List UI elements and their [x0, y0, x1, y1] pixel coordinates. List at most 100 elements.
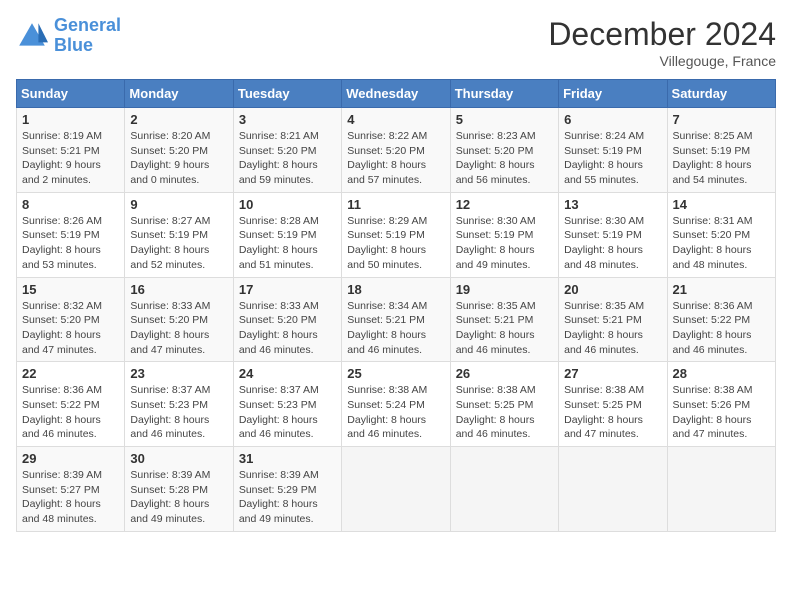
calendar-cell: 20 Sunrise: 8:35 AMSunset: 5:21 PMDayligh… [559, 277, 667, 362]
calendar-cell: 31 Sunrise: 8:39 AMSunset: 5:29 PMDayligh… [233, 447, 341, 532]
logo-icon [16, 20, 48, 52]
day-number: 27 [564, 366, 661, 381]
day-info: Sunrise: 8:37 AMSunset: 5:23 PMDaylight:… [130, 383, 227, 442]
logo: General Blue [16, 16, 121, 56]
day-number: 8 [22, 197, 119, 212]
month-title: December 2024 [548, 16, 776, 53]
calendar-cell: 15 Sunrise: 8:32 AMSunset: 5:20 PMDayligh… [17, 277, 125, 362]
day-number: 15 [22, 282, 119, 297]
day-info: Sunrise: 8:32 AMSunset: 5:20 PMDaylight:… [22, 299, 119, 358]
day-info: Sunrise: 8:29 AMSunset: 5:19 PMDaylight:… [347, 214, 444, 273]
day-info: Sunrise: 8:19 AMSunset: 5:21 PMDaylight:… [22, 129, 119, 188]
day-number: 30 [130, 451, 227, 466]
day-info: Sunrise: 8:35 AMSunset: 5:21 PMDaylight:… [456, 299, 553, 358]
calendar-cell: 17 Sunrise: 8:33 AMSunset: 5:20 PMDayligh… [233, 277, 341, 362]
day-number: 6 [564, 112, 661, 127]
day-number: 10 [239, 197, 336, 212]
calendar-cell: 16Sunrise: 8:33 AMSunset: 5:20 PMDayligh… [125, 277, 233, 362]
location-subtitle: Villegouge, France [548, 53, 776, 69]
calendar-cell: 11Sunrise: 8:29 AMSunset: 5:19 PMDayligh… [342, 192, 450, 277]
day-number: 1 [22, 112, 119, 127]
calendar-cell: 27 Sunrise: 8:38 AMSunset: 5:25 PMDayligh… [559, 362, 667, 447]
day-number: 20 [564, 282, 661, 297]
logo-text: General Blue [54, 16, 121, 56]
calendar-cell: 12Sunrise: 8:30 AMSunset: 5:19 PMDayligh… [450, 192, 558, 277]
day-info: Sunrise: 8:28 AMSunset: 5:19 PMDaylight:… [239, 214, 336, 273]
day-info: Sunrise: 8:38 AMSunset: 5:25 PMDaylight:… [456, 383, 553, 442]
calendar-cell: 21 Sunrise: 8:36 AMSunset: 5:22 PMDayligh… [667, 277, 775, 362]
calendar-cell [667, 447, 775, 532]
day-info: Sunrise: 8:22 AMSunset: 5:20 PMDaylight:… [347, 129, 444, 188]
day-info: Sunrise: 8:23 AMSunset: 5:20 PMDaylight:… [456, 129, 553, 188]
day-info: Sunrise: 8:36 AMSunset: 5:22 PMDaylight:… [22, 383, 119, 442]
day-number: 5 [456, 112, 553, 127]
day-number: 9 [130, 197, 227, 212]
day-number: 29 [22, 451, 119, 466]
calendar-week-1: 1 Sunrise: 8:19 AMSunset: 5:21 PMDaylight… [17, 108, 776, 193]
calendar-cell: 10 Sunrise: 8:28 AMSunset: 5:19 PMDayligh… [233, 192, 341, 277]
day-number: 19 [456, 282, 553, 297]
col-header-tuesday: Tuesday [233, 80, 341, 108]
day-info: Sunrise: 8:37 AMSunset: 5:23 PMDaylight:… [239, 383, 336, 442]
day-number: 25 [347, 366, 444, 381]
calendar-cell: 26 Sunrise: 8:38 AMSunset: 5:25 PMDayligh… [450, 362, 558, 447]
day-number: 24 [239, 366, 336, 381]
col-header-monday: Monday [125, 80, 233, 108]
calendar-cell: 22 Sunrise: 8:36 AMSunset: 5:22 PMDayligh… [17, 362, 125, 447]
calendar-cell: 7 Sunrise: 8:25 AMSunset: 5:19 PMDaylight… [667, 108, 775, 193]
day-number: 26 [456, 366, 553, 381]
day-info: Sunrise: 8:30 AMSunset: 5:19 PMDaylight:… [456, 214, 553, 273]
calendar-cell: 3Sunrise: 8:21 AMSunset: 5:20 PMDaylight… [233, 108, 341, 193]
day-number: 4 [347, 112, 444, 127]
day-info: Sunrise: 8:30 AMSunset: 5:19 PMDaylight:… [564, 214, 661, 273]
day-info: Sunrise: 8:31 AMSunset: 5:20 PMDaylight:… [673, 214, 770, 273]
day-info: Sunrise: 8:38 AMSunset: 5:26 PMDaylight:… [673, 383, 770, 442]
calendar-cell: 14 Sunrise: 8:31 AMSunset: 5:20 PMDayligh… [667, 192, 775, 277]
day-info: Sunrise: 8:39 AMSunset: 5:29 PMDaylight:… [239, 468, 336, 527]
calendar-cell: 9Sunrise: 8:27 AMSunset: 5:19 PMDaylight… [125, 192, 233, 277]
calendar-cell: 2 Sunrise: 8:20 AMSunset: 5:20 PMDaylight… [125, 108, 233, 193]
day-info: Sunrise: 8:36 AMSunset: 5:22 PMDaylight:… [673, 299, 770, 358]
day-info: Sunrise: 8:39 AMSunset: 5:28 PMDaylight:… [130, 468, 227, 527]
day-info: Sunrise: 8:35 AMSunset: 5:21 PMDaylight:… [564, 299, 661, 358]
day-info: Sunrise: 8:38 AMSunset: 5:25 PMDaylight:… [564, 383, 661, 442]
calendar-cell: 25Sunrise: 8:38 AMSunset: 5:24 PMDayligh… [342, 362, 450, 447]
day-number: 23 [130, 366, 227, 381]
calendar-cell: 23 Sunrise: 8:37 AMSunset: 5:23 PMDayligh… [125, 362, 233, 447]
calendar-week-4: 22 Sunrise: 8:36 AMSunset: 5:22 PMDayligh… [17, 362, 776, 447]
calendar-cell: 29 Sunrise: 8:39 AMSunset: 5:27 PMDayligh… [17, 447, 125, 532]
calendar-table: SundayMondayTuesdayWednesdayThursdayFrid… [16, 79, 776, 532]
day-number: 3 [239, 112, 336, 127]
day-number: 31 [239, 451, 336, 466]
day-number: 2 [130, 112, 227, 127]
calendar-cell: 19 Sunrise: 8:35 AMSunset: 5:21 PMDayligh… [450, 277, 558, 362]
calendar-cell: 4 Sunrise: 8:22 AMSunset: 5:20 PMDaylight… [342, 108, 450, 193]
col-header-sunday: Sunday [17, 80, 125, 108]
title-area: December 2024 Villegouge, France [548, 16, 776, 69]
col-header-saturday: Saturday [667, 80, 775, 108]
col-header-thursday: Thursday [450, 80, 558, 108]
day-info: Sunrise: 8:25 AMSunset: 5:19 PMDaylight:… [673, 129, 770, 188]
day-number: 14 [673, 197, 770, 212]
calendar-cell [342, 447, 450, 532]
calendar-cell: 5 Sunrise: 8:23 AMSunset: 5:20 PMDaylight… [450, 108, 558, 193]
col-header-friday: Friday [559, 80, 667, 108]
page-header: General Blue December 2024 Villegouge, F… [16, 16, 776, 69]
day-info: Sunrise: 8:39 AMSunset: 5:27 PMDaylight:… [22, 468, 119, 527]
day-info: Sunrise: 8:34 AMSunset: 5:21 PMDaylight:… [347, 299, 444, 358]
calendar-week-5: 29 Sunrise: 8:39 AMSunset: 5:27 PMDayligh… [17, 447, 776, 532]
day-number: 21 [673, 282, 770, 297]
day-number: 16 [130, 282, 227, 297]
calendar-cell: 18Sunrise: 8:34 AMSunset: 5:21 PMDayligh… [342, 277, 450, 362]
calendar-week-3: 15 Sunrise: 8:32 AMSunset: 5:20 PMDayligh… [17, 277, 776, 362]
day-info: Sunrise: 8:26 AMSunset: 5:19 PMDaylight:… [22, 214, 119, 273]
day-info: Sunrise: 8:33 AMSunset: 5:20 PMDaylight:… [239, 299, 336, 358]
day-number: 17 [239, 282, 336, 297]
day-number: 28 [673, 366, 770, 381]
calendar-cell: 6Sunrise: 8:24 AMSunset: 5:19 PMDaylight… [559, 108, 667, 193]
day-number: 7 [673, 112, 770, 127]
calendar-cell: 30 Sunrise: 8:39 AMSunset: 5:28 PMDayligh… [125, 447, 233, 532]
calendar-cell: 28 Sunrise: 8:38 AMSunset: 5:26 PMDayligh… [667, 362, 775, 447]
day-number: 22 [22, 366, 119, 381]
day-info: Sunrise: 8:20 AMSunset: 5:20 PMDaylight:… [130, 129, 227, 188]
